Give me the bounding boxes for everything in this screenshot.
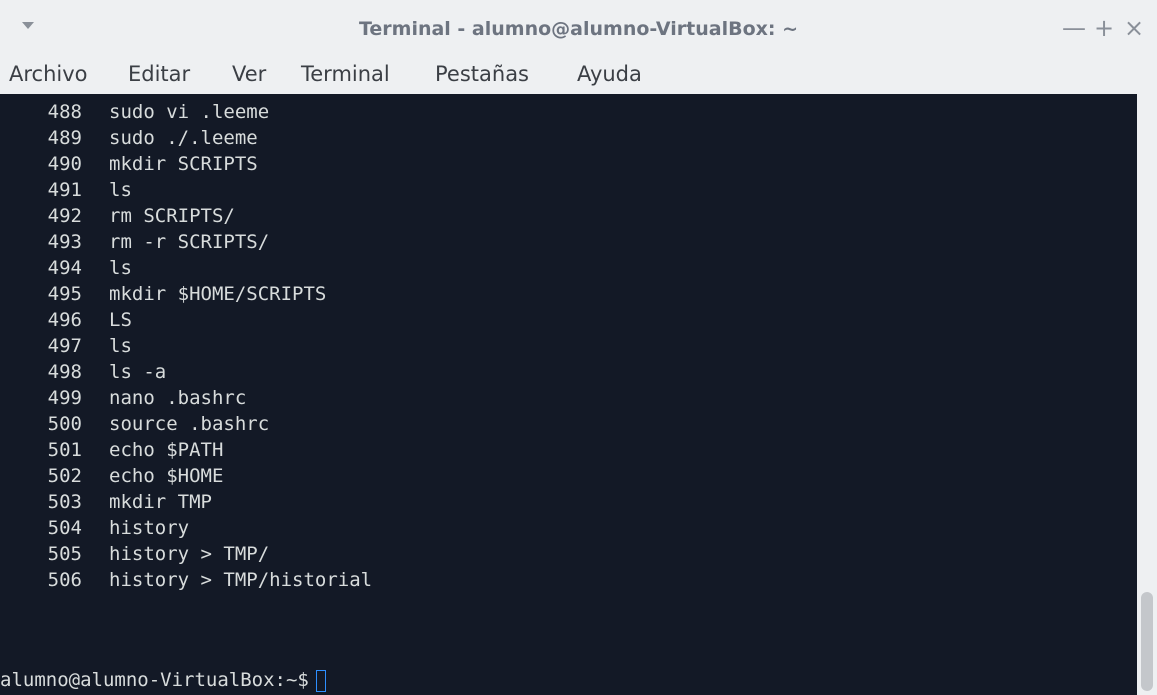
history-command: rm SCRIPTS/: [109, 205, 235, 227]
window-title: Terminal - alumno@alumno-VirtualBox: ~: [358, 18, 799, 40]
text-cursor: [315, 669, 326, 692]
history-command: nano .bashrc: [109, 387, 247, 409]
history-number: 499: [47, 387, 82, 409]
history-line: 497 ls: [0, 333, 132, 359]
history-number: 488: [47, 101, 82, 123]
minimize-icon[interactable]: —: [1061, 14, 1087, 42]
history-line: 491 ls: [0, 177, 132, 203]
history-line: 503 mkdir TMP: [0, 489, 212, 515]
menu-archivo[interactable]: Archivo: [9, 60, 88, 94]
history-number: 505: [47, 543, 82, 565]
history-line: 506 history > TMP/historial: [0, 567, 372, 593]
history-line: 494 ls: [0, 255, 132, 281]
history-command: mkdir TMP: [109, 491, 212, 513]
history-number: 503: [47, 491, 82, 513]
history-line: 501 echo $PATH: [0, 437, 224, 463]
history-line: 505 history > TMP/: [0, 541, 269, 567]
history-command: ls: [109, 257, 132, 279]
history-number: 504: [47, 517, 82, 539]
history-number: 497: [47, 335, 82, 357]
history-command: sudo ./.leeme: [109, 127, 258, 149]
history-command: history: [109, 517, 190, 539]
prompt-line[interactable]: alumno@alumno-VirtualBox:~$: [0, 667, 326, 693]
history-line: 500 source .bashrc: [0, 411, 269, 437]
menu-ayuda[interactable]: Ayuda: [577, 60, 642, 94]
history-number: 492: [47, 205, 82, 227]
history-number: 506: [47, 569, 82, 591]
history-command: echo $HOME: [109, 465, 224, 487]
shell-prompt: alumno@alumno-VirtualBox:~$: [0, 669, 309, 691]
history-number: 502: [47, 465, 82, 487]
history-command: sudo vi .leeme: [109, 101, 270, 123]
history-line: 499 nano .bashrc: [0, 385, 247, 411]
history-command: echo $PATH: [109, 439, 224, 461]
history-command: source .bashrc: [109, 413, 270, 435]
history-command: mkdir SCRIPTS: [109, 153, 258, 175]
terminal-window: Terminal - alumno@alumno-VirtualBox: ~ —…: [0, 0, 1157, 695]
history-line: 502 echo $HOME: [0, 463, 224, 489]
maximize-icon[interactable]: +: [1091, 14, 1117, 42]
history-number: 498: [47, 361, 82, 383]
history-line: 490 mkdir SCRIPTS: [0, 151, 258, 177]
menu-ver[interactable]: Ver: [232, 60, 266, 94]
menu-editar[interactable]: Editar: [128, 60, 190, 94]
history-line: 492 rm SCRIPTS/: [0, 203, 235, 229]
history-number: 501: [47, 439, 82, 461]
menu-bar: Archivo Editar Ver Terminal Pestañas Ayu…: [0, 60, 1157, 94]
history-line: 495 mkdir $HOME/SCRIPTS: [0, 281, 327, 307]
history-command: ls: [109, 335, 132, 357]
history-number: 490: [47, 153, 82, 175]
close-icon[interactable]: ×: [1121, 14, 1147, 42]
history-command: ls: [109, 179, 132, 201]
history-line: 488 sudo vi .leeme: [0, 99, 269, 125]
history-line: 498 ls -a: [0, 359, 167, 385]
menu-terminal[interactable]: Terminal: [301, 60, 390, 94]
history-number: 496: [47, 309, 82, 331]
history-command: history > TMP/: [109, 543, 270, 565]
history-number: 495: [47, 283, 82, 305]
history-number: 500: [47, 413, 82, 435]
history-number: 494: [47, 257, 82, 279]
history-number: 493: [47, 231, 82, 253]
menu-pestanas[interactable]: Pestañas: [435, 60, 529, 94]
history-number: 489: [47, 127, 82, 149]
history-line: 504 history: [0, 515, 189, 541]
history-line: 489 sudo ./.leeme: [0, 125, 258, 151]
history-command: history > TMP/historial: [109, 569, 373, 591]
history-command: mkdir $HOME/SCRIPTS: [109, 283, 327, 305]
history-command: rm -r SCRIPTS/: [109, 231, 270, 253]
history-command: ls -a: [109, 361, 167, 383]
history-command: LS: [109, 309, 132, 331]
history-number: 491: [47, 179, 82, 201]
history-line: 493 rm -r SCRIPTS/: [0, 229, 269, 255]
history-line: 496 LS: [0, 307, 132, 333]
title-bar[interactable]: Terminal - alumno@alumno-VirtualBox: ~ —…: [0, 0, 1157, 60]
scrollbar-thumb[interactable]: [1141, 592, 1153, 691]
